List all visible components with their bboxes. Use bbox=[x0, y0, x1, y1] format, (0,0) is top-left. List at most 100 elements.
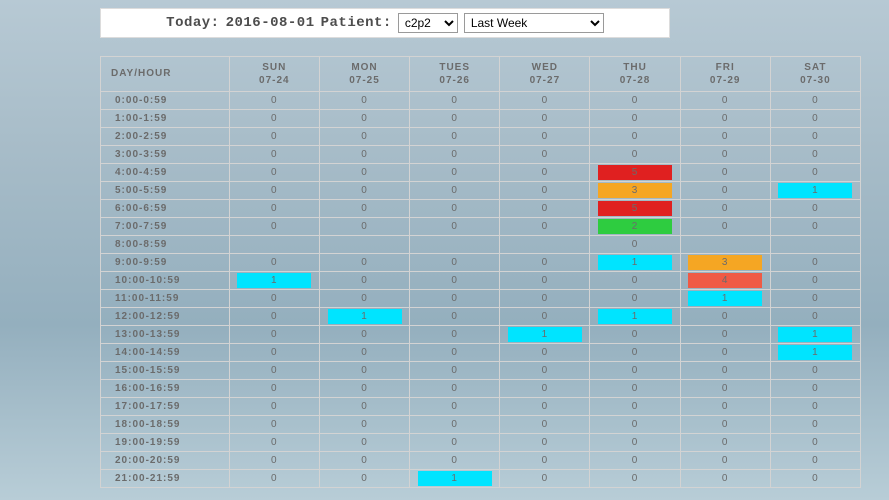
data-cell: 0 bbox=[770, 217, 860, 235]
data-cell: 0 bbox=[229, 145, 319, 163]
data-cell: 5 bbox=[590, 163, 680, 181]
hour-label: 14:00-14:59 bbox=[101, 343, 229, 361]
data-cell: 0 bbox=[680, 109, 770, 127]
data-cell: 0 bbox=[770, 127, 860, 145]
data-cell: 0 bbox=[229, 433, 319, 451]
data-cell: 0 bbox=[500, 91, 590, 109]
day-date: 07-24 bbox=[230, 74, 319, 87]
data-cell: 0 bbox=[229, 91, 319, 109]
data-cell: 0 bbox=[680, 343, 770, 361]
data-cell: 0 bbox=[500, 217, 590, 235]
hour-label: 15:00-15:59 bbox=[101, 361, 229, 379]
table-row: 6:00-6:590000500 bbox=[101, 199, 861, 217]
data-cell: 0 bbox=[410, 181, 500, 199]
data-cell: 1 bbox=[229, 271, 319, 289]
data-cell: 0 bbox=[680, 145, 770, 163]
table-row: 14:00-14:590000001 bbox=[101, 343, 861, 361]
data-cell: 0 bbox=[319, 379, 409, 397]
data-cell: 0 bbox=[319, 469, 409, 487]
header-row: DAY/HOUR SUN07-24MON07-25TUES07-26WED07-… bbox=[101, 57, 861, 91]
data-cell: 0 bbox=[319, 127, 409, 145]
data-cell: 0 bbox=[680, 469, 770, 487]
data-cell: 0 bbox=[500, 361, 590, 379]
hour-label: 1:00-1:59 bbox=[101, 109, 229, 127]
data-cell: 0 bbox=[770, 199, 860, 217]
data-cell: 0 bbox=[229, 217, 319, 235]
day-name: MON bbox=[320, 61, 409, 74]
highlight-cell: 1 bbox=[237, 273, 311, 288]
data-cell: 0 bbox=[410, 289, 500, 307]
data-cell: 0 bbox=[590, 397, 680, 415]
data-cell: 0 bbox=[319, 289, 409, 307]
day-name: THU bbox=[590, 61, 679, 74]
data-cell: 0 bbox=[590, 379, 680, 397]
range-select[interactable]: Last Week bbox=[464, 13, 604, 33]
data-cell: 0 bbox=[410, 163, 500, 181]
hour-label: 17:00-17:59 bbox=[101, 397, 229, 415]
data-cell bbox=[680, 235, 770, 253]
data-cell: 0 bbox=[319, 217, 409, 235]
day-date: 07-27 bbox=[500, 74, 589, 87]
data-cell: 0 bbox=[770, 415, 860, 433]
data-cell: 0 bbox=[229, 361, 319, 379]
hour-label: 12:00-12:59 bbox=[101, 307, 229, 325]
data-cell: 0 bbox=[500, 145, 590, 163]
data-cell: 0 bbox=[590, 343, 680, 361]
data-cell: 2 bbox=[590, 217, 680, 235]
data-cell: 0 bbox=[500, 415, 590, 433]
hour-label: 0:00-0:59 bbox=[101, 91, 229, 109]
day-header: SUN07-24 bbox=[229, 57, 319, 91]
today-label: Today: bbox=[166, 15, 219, 31]
data-cell: 0 bbox=[410, 325, 500, 343]
hour-label: 20:00-20:59 bbox=[101, 451, 229, 469]
day-name: FRI bbox=[681, 61, 770, 74]
data-cell: 0 bbox=[410, 343, 500, 361]
hour-label: 10:00-10:59 bbox=[101, 271, 229, 289]
data-cell: 1 bbox=[770, 343, 860, 361]
day-date: 07-26 bbox=[410, 74, 499, 87]
highlight-cell: 1 bbox=[778, 327, 852, 342]
data-cell: 0 bbox=[590, 127, 680, 145]
table-row: 9:00-9:590000130 bbox=[101, 253, 861, 271]
table-row: 16:00-16:590000000 bbox=[101, 379, 861, 397]
day-date: 07-28 bbox=[590, 74, 679, 87]
data-cell: 0 bbox=[680, 307, 770, 325]
data-cell: 0 bbox=[500, 199, 590, 217]
hour-label: 7:00-7:59 bbox=[101, 217, 229, 235]
table-row: 2:00-2:590000000 bbox=[101, 127, 861, 145]
data-cell: 5 bbox=[590, 199, 680, 217]
data-cell: 0 bbox=[319, 343, 409, 361]
data-cell: 0 bbox=[500, 433, 590, 451]
data-cell: 0 bbox=[500, 163, 590, 181]
data-cell: 0 bbox=[680, 397, 770, 415]
data-cell: 0 bbox=[319, 91, 409, 109]
data-cell: 0 bbox=[590, 325, 680, 343]
day-header: THU07-28 bbox=[590, 57, 680, 91]
data-cell: 0 bbox=[680, 379, 770, 397]
data-cell: 0 bbox=[229, 199, 319, 217]
data-cell: 0 bbox=[500, 379, 590, 397]
data-cell: 1 bbox=[590, 307, 680, 325]
data-cell bbox=[319, 235, 409, 253]
data-cell: 0 bbox=[770, 163, 860, 181]
table-row: 3:00-3:590000000 bbox=[101, 145, 861, 163]
data-cell: 3 bbox=[680, 253, 770, 271]
data-cell: 0 bbox=[770, 91, 860, 109]
data-cell: 0 bbox=[500, 469, 590, 487]
data-cell: 0 bbox=[410, 91, 500, 109]
data-cell: 0 bbox=[590, 271, 680, 289]
table-row: 13:00-13:590001001 bbox=[101, 325, 861, 343]
data-cell: 0 bbox=[410, 199, 500, 217]
highlight-cell: 3 bbox=[688, 255, 762, 270]
data-cell: 0 bbox=[500, 271, 590, 289]
highlight-cell: 1 bbox=[778, 183, 852, 198]
data-cell: 0 bbox=[319, 325, 409, 343]
day-name: TUES bbox=[410, 61, 499, 74]
data-cell: 0 bbox=[229, 379, 319, 397]
table-row: 11:00-11:590000010 bbox=[101, 289, 861, 307]
table-row: 18:00-18:590000000 bbox=[101, 415, 861, 433]
day-header: SAT07-30 bbox=[770, 57, 860, 91]
data-cell: 0 bbox=[229, 253, 319, 271]
today-date: 2016-08-01 bbox=[226, 15, 315, 31]
patient-select[interactable]: c2p2 bbox=[398, 13, 458, 33]
